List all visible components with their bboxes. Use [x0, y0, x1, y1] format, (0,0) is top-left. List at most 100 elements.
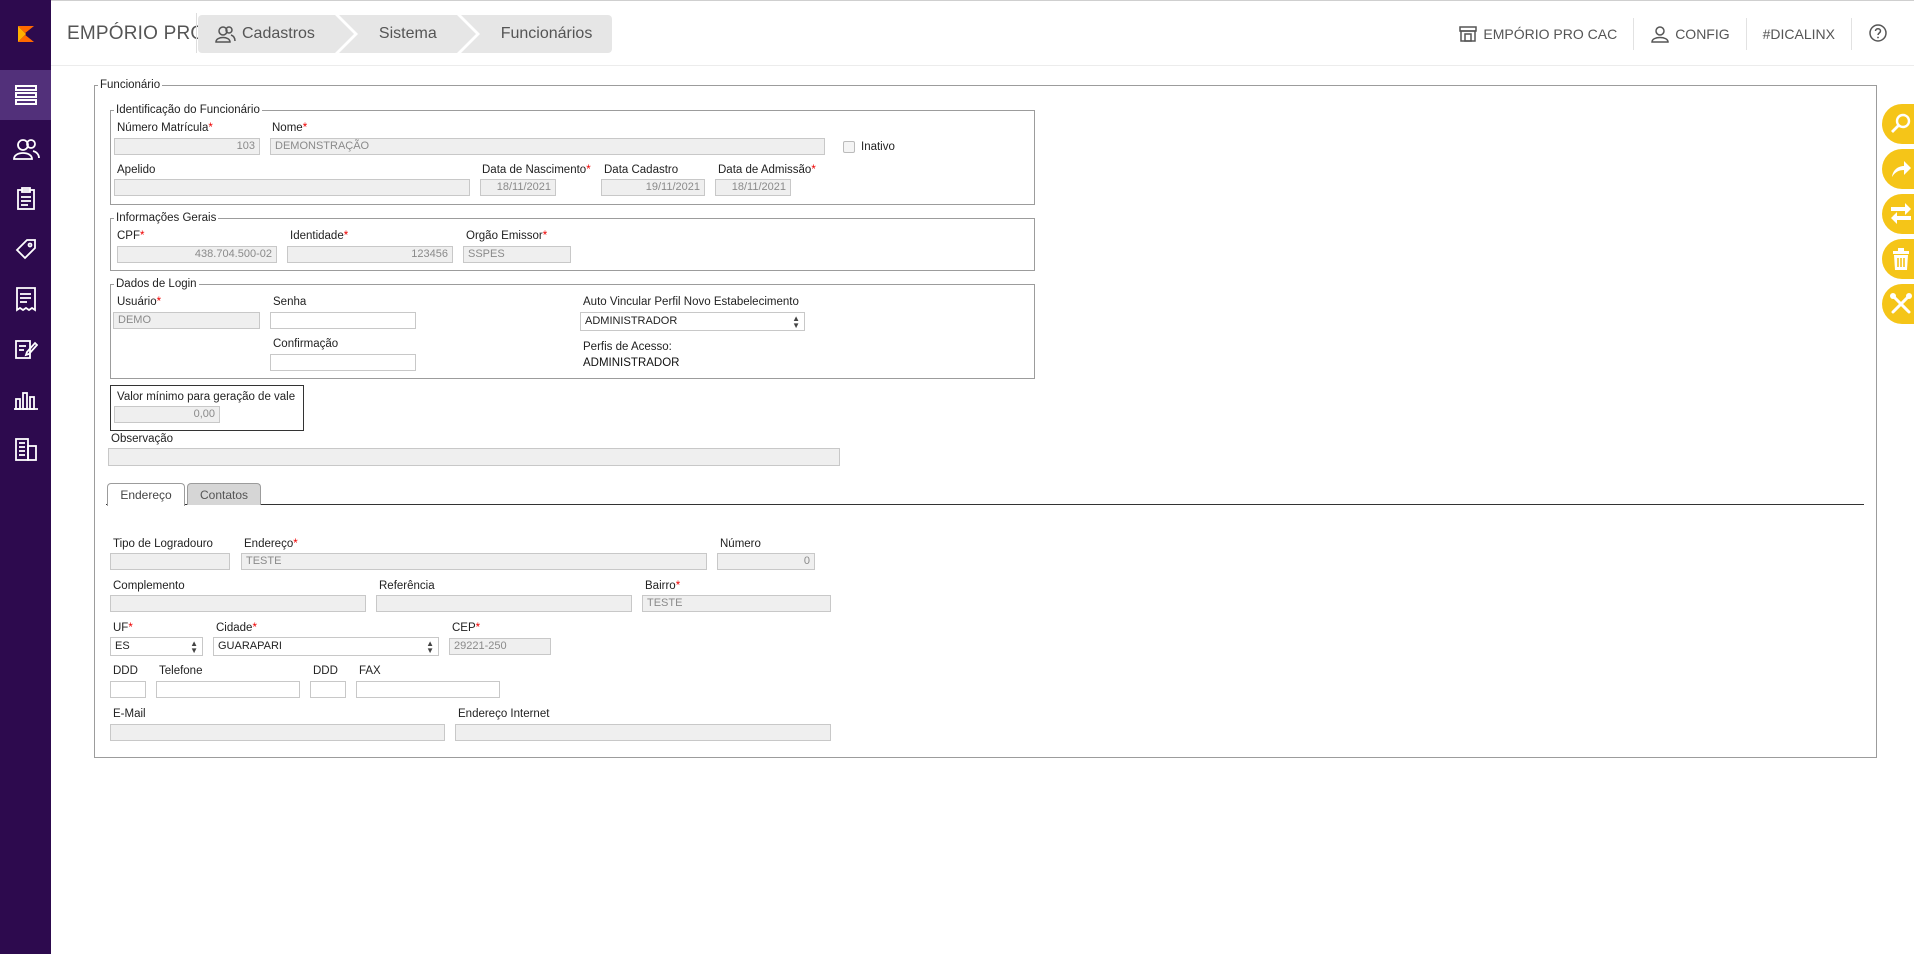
help-button[interactable]	[1851, 18, 1914, 50]
sidebar-item-clipboard[interactable]	[0, 174, 51, 224]
usuario-input[interactable]: DEMO	[113, 312, 260, 329]
matricula-input[interactable]: 103	[114, 138, 260, 155]
cep-input[interactable]: 29221-250	[449, 638, 551, 655]
search-action-button[interactable]	[1882, 104, 1914, 144]
usuario-label: Usuário*	[117, 296, 162, 308]
perfil-novo-estab-select[interactable]: ADMINISTRADOR ▲ ▼	[580, 312, 805, 331]
sidebar-item-company[interactable]	[0, 424, 51, 474]
endereco-label: Endereço*	[244, 538, 298, 550]
top-bar: EMPÓRIO PRO Cadastros Sistema Funcionári…	[51, 0, 1914, 66]
admissao-input[interactable]: 18/11/2021	[715, 179, 791, 196]
cidade-select[interactable]: GUARAPARI ▲ ▼	[213, 637, 439, 656]
complemento-input[interactable]	[110, 595, 366, 612]
top-right-menu: EMPÓRIO PRO CAC CONFIG #DICALINX	[1442, 1, 1914, 67]
numero-input[interactable]: 0	[717, 553, 815, 570]
search-icon	[1891, 113, 1911, 133]
orgao-emissor-label: Orgão Emissor*	[466, 230, 548, 242]
share-icon	[1892, 161, 1911, 177]
tab-contatos[interactable]: Contatos	[187, 483, 261, 505]
funcionario-legend: Funcionário	[100, 79, 161, 91]
select-arrows-icon: ▲ ▼	[190, 639, 198, 655]
edit-document-icon	[14, 340, 38, 359]
store-icon	[1458, 25, 1478, 43]
ddd-fax-input[interactable]	[310, 681, 346, 698]
sidebar-item-reports[interactable]	[0, 374, 51, 424]
observacao-label: Observação	[111, 433, 174, 445]
apelido-input[interactable]	[114, 179, 470, 196]
tabs-divider	[106, 504, 1864, 505]
sidebar-item-users[interactable]	[0, 124, 51, 174]
nascimento-input[interactable]: 18/11/2021	[480, 179, 556, 196]
cadastro-input[interactable]: 19/11/2021	[601, 179, 705, 196]
identificacao-legend: Identificação do Funcionário	[116, 104, 260, 116]
swap-icon	[1891, 203, 1911, 224]
breadcrumb-item-sistema[interactable]: Sistema	[338, 15, 476, 53]
sidebar-item-tags[interactable]	[0, 224, 51, 274]
ddd-fax-label: DDD	[313, 665, 338, 677]
delete-action-button[interactable]	[1882, 239, 1914, 279]
sidebar-item-menu[interactable]	[0, 70, 51, 120]
bairro-label: Bairro*	[645, 580, 681, 592]
cac-link[interactable]: EMPÓRIO PRO CAC	[1442, 18, 1633, 50]
endereco-input[interactable]: TESTE	[241, 553, 707, 570]
perfil-selected-value: ADMINISTRADOR	[585, 315, 678, 327]
referencia-input[interactable]	[376, 595, 632, 612]
email-input[interactable]	[110, 724, 445, 741]
informacoes-gerais-legend: Informações Gerais	[116, 212, 217, 224]
observacao-input[interactable]	[108, 448, 840, 466]
tools-icon	[1890, 293, 1912, 314]
fax-input[interactable]	[356, 681, 500, 698]
building-icon	[14, 438, 37, 461]
perfis-acesso-label: Perfis de Acesso:	[583, 341, 672, 353]
cpf-input[interactable]: 438.704.500-02	[117, 246, 277, 263]
ddd-input[interactable]	[110, 681, 146, 698]
confirmacao-input[interactable]	[270, 354, 416, 371]
uf-label: UF*	[113, 622, 133, 634]
endereco-internet-input[interactable]	[455, 724, 831, 741]
identidade-label: Identidade*	[290, 230, 349, 242]
users-icon	[214, 25, 236, 43]
uf-selected-value: ES	[115, 640, 130, 652]
breadcrumb-label: Funcionários	[500, 25, 593, 42]
identidade-input[interactable]: 123456	[287, 246, 453, 263]
dicalinx-label: #DICALINX	[1762, 26, 1835, 42]
select-arrows-icon: ▲ ▼	[426, 639, 434, 655]
users-icon	[12, 139, 40, 160]
sidebar-item-receipt[interactable]	[0, 274, 51, 324]
numero-label: Número	[720, 538, 761, 550]
nome-input[interactable]: DEMONSTRAÇÃO	[270, 138, 825, 155]
email-label: E-Mail	[113, 708, 146, 720]
bairro-input[interactable]: TESTE	[642, 595, 831, 612]
telefone-input[interactable]	[156, 681, 300, 698]
tools-action-button[interactable]	[1882, 284, 1914, 324]
swap-action-button[interactable]	[1882, 194, 1914, 234]
senha-label: Senha	[273, 296, 307, 308]
sidebar-item-edit[interactable]	[0, 324, 51, 374]
tipo-logradouro-input[interactable]	[110, 553, 230, 570]
senha-input[interactable]	[270, 312, 416, 329]
tab-endereco[interactable]: Endereço	[107, 483, 185, 506]
cidade-selected-value: GUARAPARI	[218, 640, 282, 652]
receipt-icon	[15, 287, 36, 312]
breadcrumb-item-cadastros[interactable]: Cadastros	[198, 15, 354, 53]
fax-label: FAX	[359, 665, 381, 677]
app-logo-icon[interactable]	[0, 0, 51, 68]
clipboard-icon	[16, 187, 35, 210]
perfis-acesso-value: ADMINISTRADOR	[583, 357, 680, 369]
sidebar	[0, 0, 51, 954]
endereco-internet-label: Endereço Internet	[458, 708, 550, 720]
tab-label: Contatos	[199, 487, 249, 502]
breadcrumb-label: Sistema	[378, 25, 437, 42]
dicalinx-link[interactable]: #DICALINX	[1745, 18, 1851, 50]
breadcrumb-item-funcionarios[interactable]: Funcionários	[460, 15, 613, 53]
user-icon	[1650, 25, 1670, 43]
tipo-logradouro-label: Tipo de Logradouro	[113, 538, 213, 550]
config-link[interactable]: CONFIG	[1633, 18, 1745, 50]
tab-label: Endereço	[120, 488, 172, 502]
orgao-emissor-input[interactable]: SSPES	[463, 246, 571, 263]
ddd-label: DDD	[113, 665, 138, 677]
inativo-checkbox[interactable]	[843, 141, 855, 153]
uf-select[interactable]: ES ▲ ▼	[110, 637, 203, 656]
valor-vale-input[interactable]: 0,00	[114, 406, 220, 423]
share-action-button[interactable]	[1882, 149, 1914, 189]
